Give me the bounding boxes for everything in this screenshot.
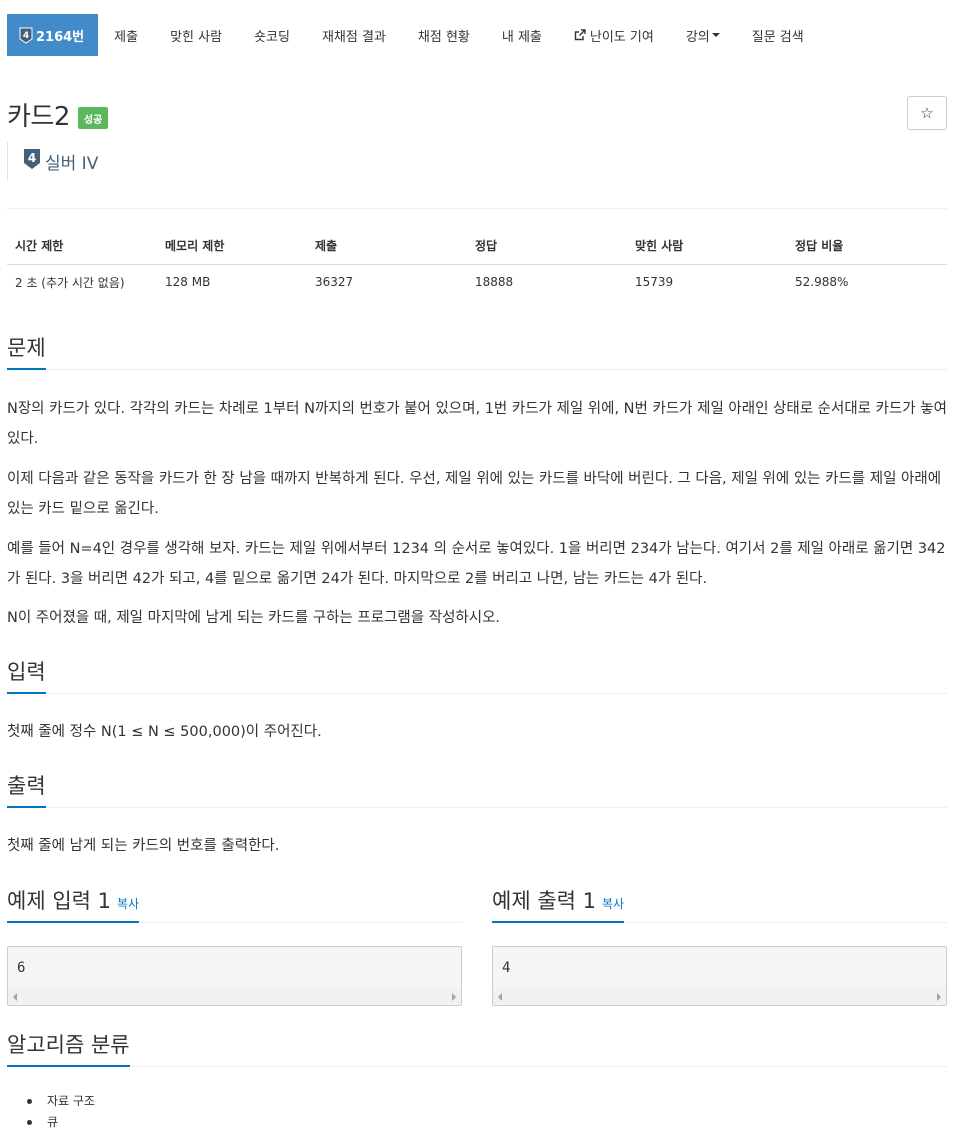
copy-sample-input-button[interactable]: 복사 [117,897,139,911]
scroll-right-arrow-icon[interactable] [452,993,456,1001]
sample-input-value: 6 [17,960,26,976]
description-paragraph-1: N장의 카드가 있다. 각각의 카드는 차례로 1부터 N까지의 번호가 붙어 … [7,401,947,447]
favorite-star-button[interactable]: ☆ [907,96,947,130]
tab-difficulty-contribution-label: 난이도 기여 [589,29,654,45]
external-link-icon [574,29,586,41]
problem-info-table: 시간 제한 메모리 제한 제출 정답 맞힌 사람 정답 비율 2 초 (추가 시… [7,228,947,300]
table-header-row: 시간 제한 메모리 제한 제출 정답 맞힌 사람 정답 비율 [7,228,947,265]
tab-judge-status-label: 채점 현황 [417,29,470,45]
scroll-right-arrow-icon[interactable] [937,993,941,1001]
sample-output-title: 예제 출력 1 복사 [492,885,625,923]
tab-problem-label: 2164번 [36,29,85,45]
tab-short-coding-label: 숏코딩 [254,29,290,45]
tag-queue[interactable]: 큐 [27,1112,95,1133]
tab-rejudge-results[interactable]: 재채점 결과 [306,14,402,56]
header-solved-users: 맞힌 사람 [627,228,787,265]
tier-badge-icon: 4 [23,148,41,174]
tab-question-search-label: 질문 검색 [751,29,804,45]
tab-rejudge-results-label: 재채점 결과 [321,29,386,45]
tab-lectures[interactable]: 강의 [670,14,736,56]
horizontal-scrollbar[interactable] [493,989,946,1005]
accept-ratio-value: 52.988% [795,275,849,290]
header-time-limit: 시간 제한 [7,228,157,265]
tags-headline: 알고리즘 분류 [7,1029,947,1067]
input-description: 첫째 줄에 정수 N(1 ≤ N ≤ 500,000)이 주어진다. [7,724,322,740]
solved-users-value: 15739 [635,275,674,290]
problem-tier: 4 실버 IV [7,142,98,180]
output-description: 첫째 줄에 남게 되는 카드의 번호를 출력한다. [7,838,280,854]
sample-input-headline: 예제 입력 1 복사 [7,885,462,923]
algorithm-tags-list: 자료 구조 큐 [27,1091,95,1133]
description-title: 문제 [7,332,46,370]
tab-my-submissions-label: 내 제출 [501,29,542,45]
tab-my-submissions[interactable]: 내 제출 [486,14,558,56]
tab-lectures-label: 강의 [685,29,710,45]
tier-name: 실버 IV [45,153,99,174]
input-title: 입력 [7,656,46,694]
description-paragraph-2: 이제 다음과 같은 동작을 카드가 한 장 남을 때까지 반복하게 된다. 우선… [7,471,942,517]
scroll-left-arrow-icon[interactable] [498,993,502,1001]
scroll-left-arrow-icon[interactable] [13,993,17,1001]
tab-question-search[interactable]: 질문 검색 [736,14,820,56]
description-paragraph-4: N이 주어졌을 때, 제일 마지막에 남게 되는 카드를 구하는 프로그램을 작… [7,610,501,626]
problem-title: 카드2 [7,102,70,132]
header-accept-ratio: 정답 비율 [787,228,947,265]
sample-output-headline: 예제 출력 1 복사 [492,885,947,923]
tab-submit-label: 제출 [114,29,139,45]
star-icon: ☆ [920,104,934,122]
tab-submit[interactable]: 제출 [98,14,154,56]
description-headline: 문제 [7,332,947,370]
tab-solved-users-label: 맞힌 사람 [170,29,223,45]
time-limit-value: 2 초 (추가 시간 없음) [15,275,125,290]
tab-difficulty-contribution[interactable]: 난이도 기여 [558,14,670,56]
tag-data-structures[interactable]: 자료 구조 [27,1091,95,1112]
input-headline: 입력 [7,656,947,694]
tab-solved-users[interactable]: 맞힌 사람 [154,14,238,56]
header-memory-limit: 메모리 제한 [157,228,307,265]
problem-menu-tabs: 4 2164번 제출 맞힌 사람 숏코딩 재채점 결과 채점 현황 내 제출 난… [7,14,820,56]
horizontal-scrollbar[interactable] [8,989,461,1005]
sample-input-title: 예제 입력 1 복사 [7,885,140,923]
caret-down-icon [711,33,720,37]
submissions-value: 36327 [315,275,354,290]
divider [7,208,947,209]
header-accepted: 정답 [467,228,627,265]
sample-input-box[interactable]: 6 [7,946,462,1006]
tab-judge-status[interactable]: 채점 현황 [402,14,486,56]
sample-output-value: 4 [502,960,511,976]
tab-short-coding[interactable]: 숏코딩 [238,14,306,56]
table-row: 2 초 (추가 시간 없음) 128 MB 36327 18888 15739 … [7,264,947,300]
output-headline: 출력 [7,770,947,808]
copy-sample-output-button[interactable]: 복사 [602,897,624,911]
silver-tier-icon: 4 [19,27,33,44]
header-submissions: 제출 [307,228,467,265]
problem-title-row: 카드2 성공 [7,96,109,133]
svg-text:4: 4 [28,151,36,165]
accepted-value: 18888 [475,275,514,290]
tags-title: 알고리즘 분류 [7,1029,130,1067]
output-title: 출력 [7,770,46,808]
result-badge: 성공 [77,106,109,129]
tab-problem[interactable]: 4 2164번 [7,14,99,56]
sample-output-box[interactable]: 4 [492,946,947,1006]
description-paragraph-3: 예를 들어 N=4인 경우를 생각해 보자. 카드는 제일 위에서부터 1234… [7,541,946,587]
memory-limit-value: 128 MB [165,275,211,290]
svg-text:4: 4 [23,31,29,41]
